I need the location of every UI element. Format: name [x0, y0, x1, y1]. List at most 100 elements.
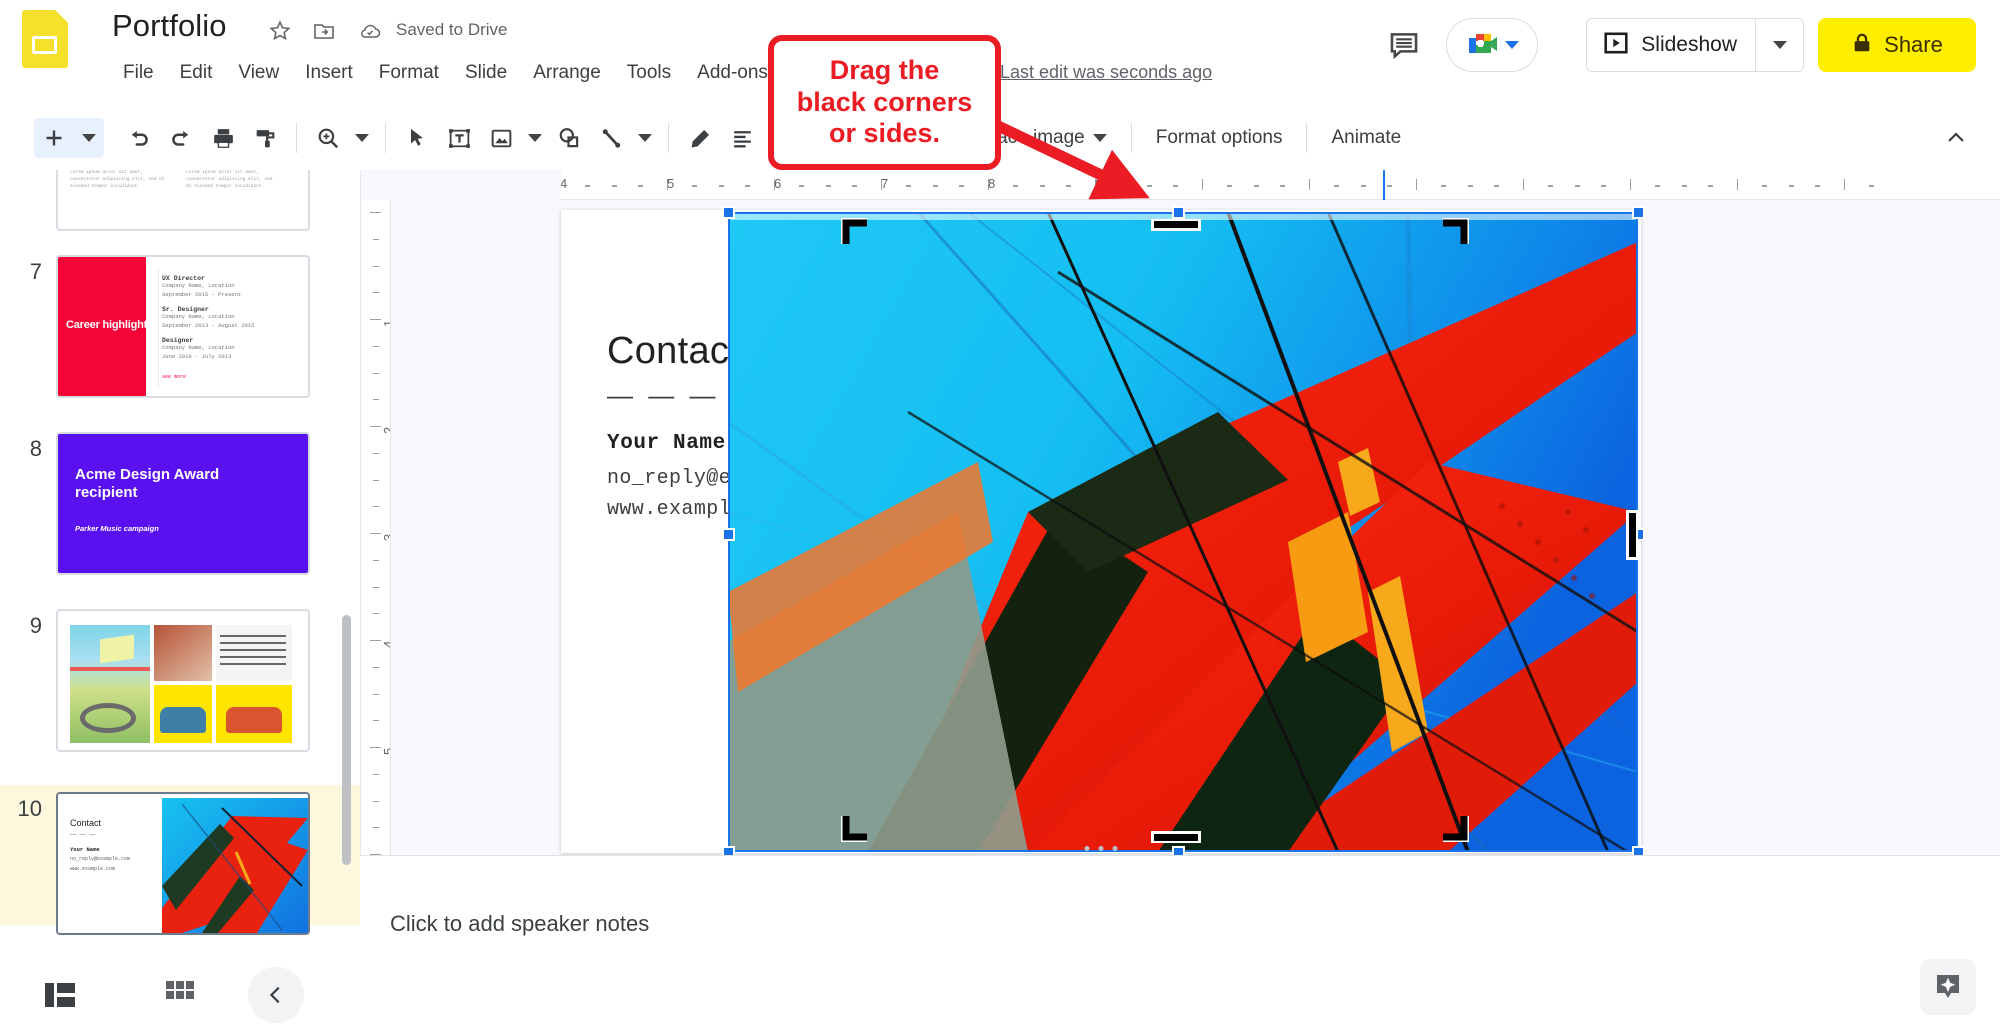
slide-thumbnail-9[interactable]: [56, 609, 310, 752]
resize-handle-top-left[interactable]: [722, 206, 735, 219]
slide-heading[interactable]: Contact: [607, 330, 740, 373]
pen-button[interactable]: [679, 118, 721, 158]
menu-view[interactable]: View: [225, 58, 292, 88]
menu-arrange[interactable]: Arrange: [520, 58, 614, 88]
slideshow-options-button[interactable]: [1756, 18, 1804, 72]
line-options-button[interactable]: [632, 118, 658, 158]
share-button[interactable]: Share: [1818, 18, 1976, 72]
text-box-button[interactable]: [438, 118, 480, 158]
ruler-tick: [1309, 179, 1310, 190]
speaker-notes-panel[interactable]: Click to add speaker notes: [360, 855, 2000, 1035]
ruler-tick: [1253, 185, 1259, 187]
zoom-in-button[interactable]: [307, 118, 349, 158]
horizontal-ruler[interactable]: 456789: [561, 170, 2000, 200]
ruler-tick: [370, 640, 381, 641]
slide-thumbnail-8[interactable]: Acme Design Award recipient Parker Music…: [56, 432, 310, 575]
ruler-tick: [611, 185, 617, 187]
align-button[interactable]: [721, 118, 763, 158]
grid-view-icon[interactable]: [120, 955, 240, 1035]
menu-addons[interactable]: Add-ons: [684, 58, 781, 88]
zoom-options-button[interactable]: [349, 118, 375, 158]
line-button[interactable]: [590, 118, 632, 158]
google-meet-icon[interactable]: [1446, 18, 1538, 72]
ruler-tick: [1868, 185, 1874, 187]
ruler-number: 4: [561, 176, 567, 191]
list-item[interactable]: 6 Project name Project name Lorem ipsum …: [0, 170, 360, 231]
ruler-number: 5: [381, 748, 390, 755]
slide-editing-surface[interactable]: Contact — — — Your Name no_reply@example…: [561, 206, 1645, 859]
golden-gate-bridge-photo[interactable]: [728, 212, 1638, 852]
slide-number: 7: [29, 259, 42, 284]
ruler-tick: [373, 238, 379, 240]
star-icon[interactable]: [268, 19, 292, 43]
list-item[interactable]: 9: [0, 609, 360, 752]
crop-handle-bottom-right[interactable]: [1441, 814, 1472, 845]
new-slide-options-button[interactable]: [74, 118, 104, 158]
ruler-tick: [825, 185, 831, 187]
instruction-callout: Drag the black corners or sides.: [768, 35, 1001, 170]
ruler-tick: [373, 292, 379, 294]
slide-thumbnail-6[interactable]: Project name Project name Lorem ipsum do…: [56, 170, 310, 231]
resize-handle-top-right[interactable]: [1632, 206, 1645, 219]
ruler-tick: [798, 185, 804, 187]
cloud-saved-icon[interactable]: [358, 19, 382, 43]
crop-handle-bottom-center[interactable]: [1151, 830, 1201, 848]
slide-thumbnail-10[interactable]: Contact — — — Your Name no_reply@example…: [56, 792, 310, 935]
menu-tools[interactable]: Tools: [614, 58, 684, 88]
thumb-background: [58, 434, 308, 573]
list-item[interactable]: 10 Contact — — — Your Name no_reply@exam…: [0, 792, 360, 935]
ruler-tick: [373, 586, 379, 588]
ruler-tick: [959, 185, 965, 187]
thumb-entry-company: Company Name, Location: [162, 344, 235, 352]
new-slide-button[interactable]: [34, 118, 74, 158]
slide-thumbnail-7[interactable]: Career highlights UX Director Company Na…: [56, 255, 310, 398]
thumb-email: no_reply@example.com: [70, 856, 131, 862]
menu-file[interactable]: File: [110, 58, 167, 88]
redo-button[interactable]: [160, 118, 202, 158]
ruler-tick: [373, 479, 379, 481]
animate-button[interactable]: Animate: [1317, 120, 1415, 156]
menu-edit[interactable]: Edit: [167, 58, 226, 88]
filmstrip-scroll-container[interactable]: 6 Project name Project name Lorem ipsum …: [0, 170, 360, 955]
move-to-folder-icon[interactable]: [312, 19, 336, 43]
list-item[interactable]: 8 Acme Design Award recipient Parker Mus…: [0, 432, 360, 575]
menu-insert[interactable]: Insert: [292, 58, 366, 88]
layout-view-icon[interactable]: [0, 955, 120, 1035]
ruler-tick: [1574, 185, 1580, 187]
crop-handle-top-right[interactable]: [1441, 215, 1472, 246]
collapse-filmstrip-button[interactable]: [248, 967, 304, 1023]
ruler-tick: [1654, 185, 1660, 187]
ruler-tick: [745, 185, 751, 187]
explore-sparkle-icon[interactable]: [1920, 959, 1976, 1015]
menu-slide[interactable]: Slide: [452, 58, 520, 88]
list-item[interactable]: 7 Career highlights UX Director Company …: [0, 255, 360, 398]
filmstrip-scrollbar[interactable]: [342, 615, 351, 865]
last-edit-status[interactable]: Last edit was seconds ago: [1000, 62, 1212, 83]
slide-name-text[interactable]: Your Name: [607, 432, 726, 455]
select-tool-button[interactable]: [396, 118, 438, 158]
insert-image-button[interactable]: [480, 118, 522, 158]
comment-history-icon[interactable]: [1386, 28, 1422, 62]
ruler-tick: [373, 372, 379, 374]
shape-button[interactable]: [548, 118, 590, 158]
page-title[interactable]: Portfolio: [112, 8, 227, 44]
insert-image-options-button[interactable]: [522, 118, 548, 158]
ruler-tick: [373, 666, 379, 668]
slide-filmstrip[interactable]: 6 Project name Project name Lorem ipsum …: [0, 170, 360, 955]
paint-format-button[interactable]: [244, 118, 286, 158]
collapse-toolbar-button[interactable]: [1936, 118, 1976, 158]
undo-button[interactable]: [118, 118, 160, 158]
slideshow-button[interactable]: Slideshow: [1586, 18, 1756, 72]
resize-handle-middle-left[interactable]: [722, 528, 735, 541]
vertical-ruler[interactable]: 1 2 3 4 5: [361, 200, 391, 855]
speaker-notes-placeholder[interactable]: Click to add speaker notes: [390, 911, 649, 937]
crop-handle-top-left[interactable]: [838, 215, 869, 246]
crop-handle-top-center[interactable]: [1151, 218, 1201, 236]
menu-format[interactable]: Format: [366, 58, 452, 88]
print-button[interactable]: [202, 118, 244, 158]
crop-handle-bottom-left[interactable]: [838, 814, 869, 845]
slide-canvas-area[interactable]: 456789 12345 Contact — — — Your Name no_…: [360, 170, 2000, 859]
format-options-button[interactable]: Format options: [1142, 120, 1297, 156]
crop-handle-middle-right[interactable]: [1626, 510, 1638, 565]
chevron-down-icon: [82, 134, 96, 142]
